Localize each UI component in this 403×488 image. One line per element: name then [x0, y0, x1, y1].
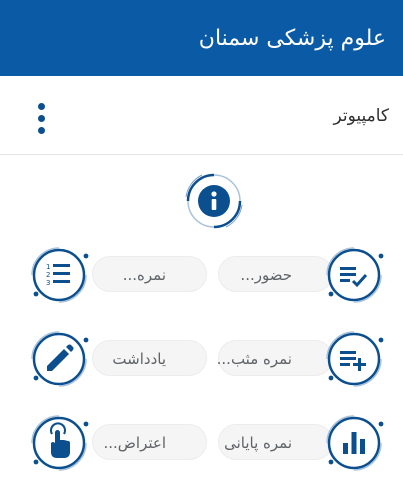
app-header: علوم پزشکی سمنان: [0, 0, 403, 76]
objection-button[interactable]: [26, 410, 92, 476]
final-grade-label: نمره پایانی: [224, 434, 292, 452]
positive-grade-label: نمره مثب...: [216, 350, 292, 368]
attendance-pill[interactable]: حضور...: [218, 256, 333, 292]
svg-text:1: 1: [46, 263, 50, 271]
pencil-icon: [31, 331, 89, 387]
grade-button[interactable]: 1 2 3: [26, 242, 92, 308]
bar-chart-icon: [326, 415, 384, 471]
final-grade-pill[interactable]: نمره پایانی: [218, 424, 333, 460]
objection-pill[interactable]: اعتراض...: [92, 424, 207, 460]
attendance-button[interactable]: [321, 242, 387, 308]
attendance-label: حضور...: [240, 266, 292, 284]
playlist-check-icon: [326, 247, 384, 303]
info-icon: [185, 173, 243, 229]
positive-grade-button[interactable]: [321, 326, 387, 392]
grade-label: نمره...: [122, 266, 166, 284]
grade-pill[interactable]: نمره...: [92, 256, 207, 292]
note-label: یادداشت: [112, 350, 166, 368]
final-grade-button[interactable]: [321, 410, 387, 476]
positive-grade-pill[interactable]: نمره مثب...: [216, 340, 333, 376]
touch-hand-icon: [31, 415, 89, 471]
objection-label: اعتراض...: [103, 434, 166, 452]
svg-text:3: 3: [46, 279, 50, 287]
app-title: علوم پزشکی سمنان: [198, 26, 386, 51]
course-bar: کامپیوتر: [0, 76, 403, 155]
info-button[interactable]: [174, 161, 254, 241]
note-pill[interactable]: یادداشت: [92, 340, 207, 376]
ordered-list-icon: 1 2 3: [31, 247, 89, 303]
more-vertical-icon[interactable]: [36, 103, 46, 135]
course-name: کامپیوتر: [333, 106, 389, 126]
svg-text:2: 2: [46, 271, 50, 279]
note-button[interactable]: [26, 326, 92, 392]
playlist-add-icon: [326, 331, 384, 387]
